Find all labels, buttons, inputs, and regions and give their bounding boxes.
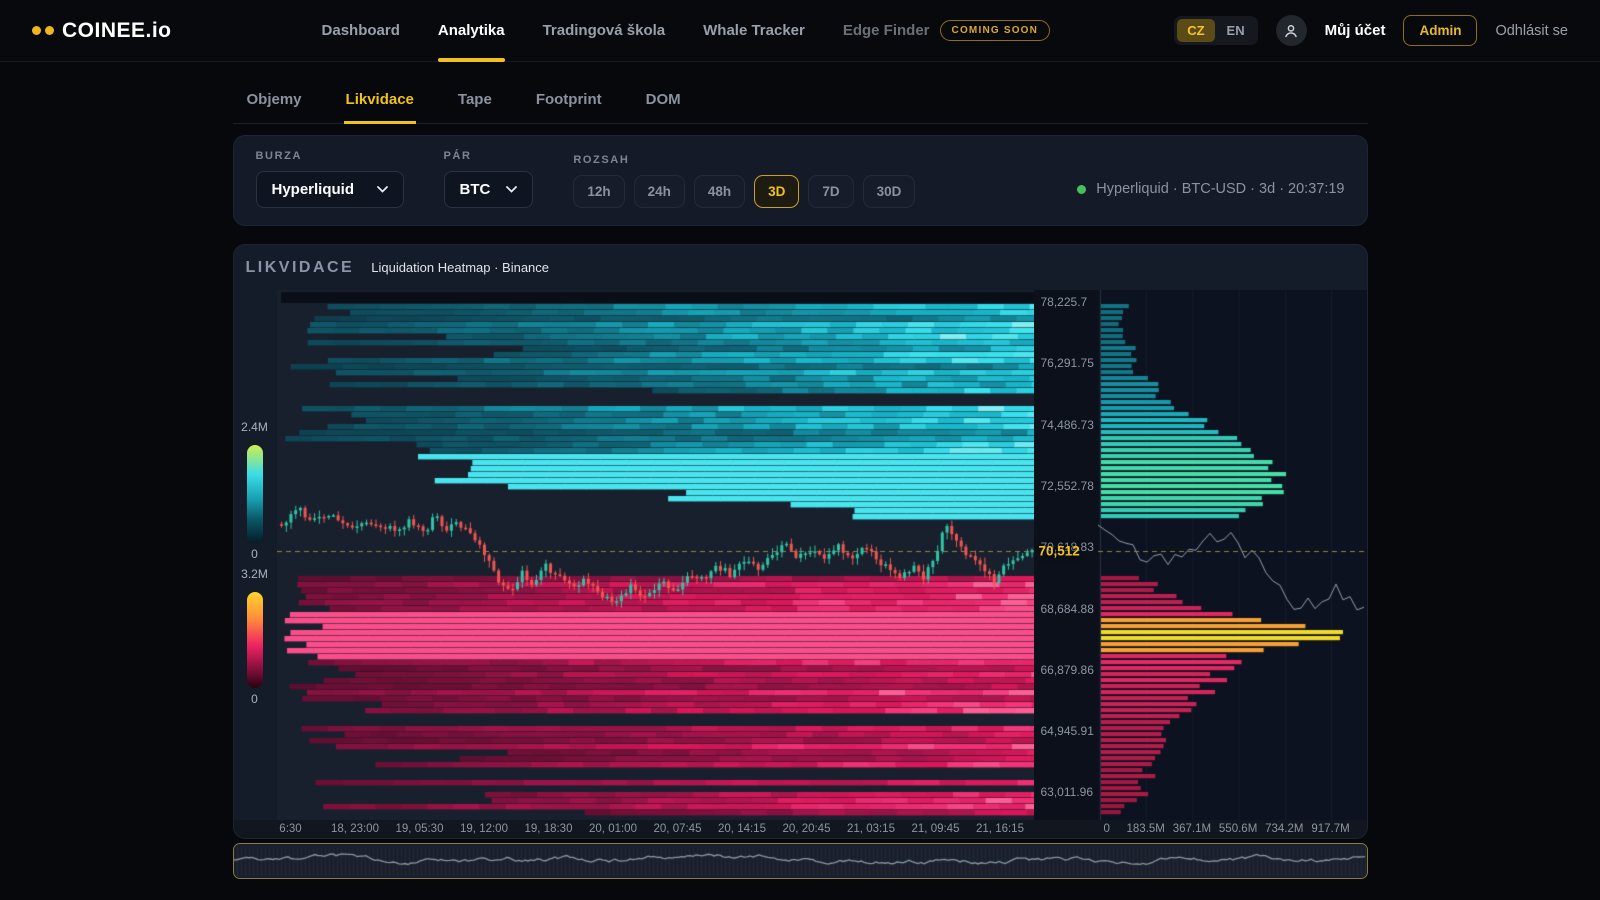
nav-item-analytika[interactable]: Analytika	[438, 0, 505, 62]
nav-item-tradingova-skola[interactable]: Tradingová škola	[543, 0, 666, 62]
panel-header: LIKVIDACE Liquidation Heatmap · Binance	[234, 245, 1367, 290]
time-tick: 20, 14:15	[718, 823, 766, 835]
page: COINEE.io Dashboard Analytika Tradingová…	[0, 0, 1600, 900]
range-label: ROZSAH	[573, 154, 915, 166]
panel-subtitle: Liquidation Heatmap · Binance	[371, 260, 549, 275]
time-axis: 6:30 18, 23:00 19, 05:30 19, 12:00 19, 18:30…	[234, 820, 1367, 838]
brand-logo[interactable]: COINEE.io	[32, 19, 172, 43]
feed-status-text: Hyperliquid · BTC-USD · 3d · 20:37:19	[1096, 181, 1344, 197]
price-tick: 76,291.75	[1041, 356, 1094, 370]
volume-tick: 0	[1104, 823, 1110, 835]
shorts-scale-min-label: 0	[234, 547, 276, 561]
pair-label: PÁR	[444, 150, 534, 162]
price-tick: 74,486.73	[1041, 418, 1094, 432]
time-tick: 20, 01:00	[589, 823, 637, 835]
main-nav: Dashboard Analytika Tradingová škola Wha…	[322, 0, 1051, 62]
longs-colorbar	[247, 592, 263, 688]
price-tick: 68,684.88	[1041, 602, 1094, 616]
time-tick: 21, 16:15	[976, 823, 1024, 835]
price-tick: 66,879.86	[1041, 663, 1094, 677]
nav-item-edge-finder: Edge Finder COMING SOON	[843, 0, 1050, 62]
time-tick: 20, 07:45	[654, 823, 702, 835]
tab-dom[interactable]: DOM	[644, 76, 683, 124]
filter-card: BURZA Hyperliquid PÁR BTC ROZS	[233, 135, 1368, 226]
language-toggle: CZ EN	[1174, 16, 1257, 45]
price-tick: 63,011.96	[1041, 785, 1094, 799]
panel-title: LIKVIDACE	[246, 259, 355, 277]
chart-navigator[interactable]	[233, 843, 1368, 879]
price-tick: 78,225.7	[1041, 295, 1088, 309]
volume-tick: 734.2M	[1265, 823, 1303, 835]
user-icon	[1283, 23, 1299, 39]
time-tick: 21, 09:45	[912, 823, 960, 835]
lang-cz-button[interactable]: CZ	[1177, 19, 1214, 42]
analytics-tabs: Objemy Likvidace Tape Footprint DOM	[233, 76, 1368, 124]
current-price-label: 70,512	[1039, 544, 1080, 559]
exchange-label: BURZA	[256, 150, 404, 162]
exchange-value: Hyperliquid	[272, 181, 355, 198]
chevron-down-icon	[377, 186, 388, 193]
range-30d-button[interactable]: 30D	[863, 175, 916, 208]
logo-dots-icon	[32, 26, 54, 35]
nav-item-dashboard[interactable]: Dashboard	[322, 0, 400, 62]
user-avatar[interactable]	[1276, 15, 1307, 46]
time-tick: 19, 12:00	[460, 823, 508, 835]
time-tick: 18, 23:00	[331, 823, 379, 835]
admin-button[interactable]: Admin	[1403, 15, 1477, 46]
range-3d-button[interactable]: 3D	[754, 175, 799, 208]
exchange-group: BURZA Hyperliquid	[256, 150, 404, 208]
content: Objemy Likvidace Tape Footprint DOM BURZ…	[233, 76, 1368, 879]
time-tick: 19, 05:30	[396, 823, 444, 835]
shorts-scale-max-label: 2.4M	[234, 420, 276, 434]
pair-group: PÁR BTC	[444, 150, 534, 208]
shorts-colorbar	[247, 445, 263, 543]
volume-tick: 367.1M	[1173, 823, 1211, 835]
nav-right: CZ EN Můj účet Admin Odhlásit se	[1174, 15, 1568, 46]
tab-tape[interactable]: Tape	[456, 76, 494, 124]
price-tick: 64,945.91	[1041, 724, 1094, 738]
liquidation-profile-canvas[interactable]	[1098, 290, 1368, 820]
tab-footprint[interactable]: Footprint	[534, 76, 604, 124]
top-nav: COINEE.io Dashboard Analytika Tradingová…	[0, 0, 1600, 62]
live-status-icon	[1077, 185, 1086, 194]
exchange-select[interactable]: Hyperliquid	[256, 171, 404, 208]
pair-select[interactable]: BTC	[444, 171, 534, 208]
logout-link[interactable]: Odhlásit se	[1495, 23, 1568, 39]
account-label[interactable]: Můj účet	[1325, 22, 1386, 39]
time-tick: 19, 18:30	[525, 823, 573, 835]
range-48h-button[interactable]: 48h	[694, 175, 745, 208]
range-12h-button[interactable]: 12h	[573, 175, 624, 208]
longs-scale-max-label: 3.2M	[234, 567, 276, 581]
longs-scale-min-label: 0	[234, 692, 276, 706]
time-tick: 21, 03:15	[847, 823, 895, 835]
range-24h-button[interactable]: 24h	[634, 175, 685, 208]
time-tick: 20, 20:45	[783, 823, 831, 835]
chevron-down-icon	[506, 186, 517, 193]
range-buttons: 12h 24h 48h 3D 7D 30D	[573, 175, 915, 208]
nav-item-whale-tracker[interactable]: Whale Tracker	[703, 0, 805, 62]
price-tick: 72,552.78	[1041, 479, 1094, 493]
brand-name: COINEE.io	[62, 19, 172, 43]
navigator-canvas[interactable]	[234, 844, 1367, 878]
volume-tick: 550.6M	[1219, 823, 1257, 835]
tab-likvidace[interactable]: Likvidace	[344, 76, 416, 124]
tab-objemy[interactable]: Objemy	[245, 76, 304, 124]
coming-soon-badge: COMING SOON	[940, 20, 1051, 41]
time-tick: 6:30	[279, 823, 301, 835]
volume-tick: 917.7M	[1311, 823, 1349, 835]
lang-en-button[interactable]: EN	[1217, 19, 1255, 42]
volume-tick: 183.5M	[1127, 823, 1165, 835]
feed-status: Hyperliquid · BTC-USD · 3d · 20:37:19	[1077, 181, 1344, 208]
range-group: ROZSAH 12h 24h 48h 3D 7D 30D	[573, 154, 915, 208]
liquidation-heatmap-canvas[interactable]	[277, 290, 1034, 820]
liquidation-panel: LIKVIDACE Liquidation Heatmap · Binance …	[233, 244, 1368, 839]
price-axis[interactable]: 78,225.776,291.7574,486.7372,552.7870,61…	[1034, 290, 1098, 820]
pair-value: BTC	[460, 181, 491, 198]
chart-body: 2.4M 0 3.2M 0 78,225.7 76,291.75 74,486.73…	[234, 290, 1367, 820]
range-7d-button[interactable]: 7D	[808, 175, 853, 208]
